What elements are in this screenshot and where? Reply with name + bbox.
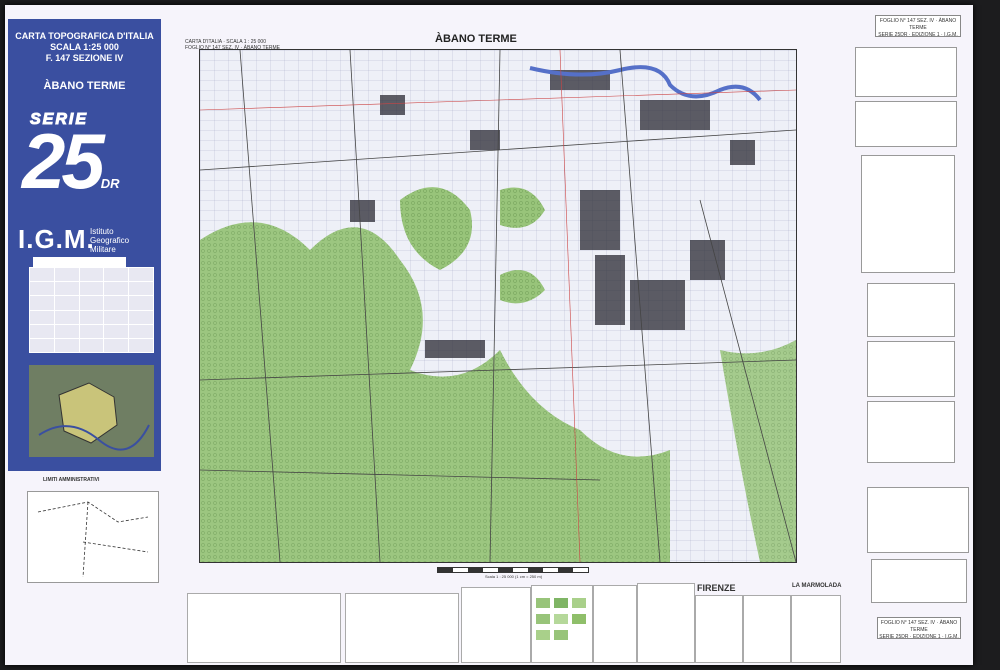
notes-box xyxy=(871,559,967,603)
legend-elevation-2 xyxy=(743,595,791,663)
sheet-index-grid xyxy=(29,267,154,353)
map-artwork xyxy=(200,50,796,562)
cover-line2: SCALA 1:25 000 xyxy=(50,42,119,52)
legend-vegetation xyxy=(531,585,593,663)
igm-name-line2: Geografico xyxy=(90,236,130,245)
conversion-table xyxy=(861,155,955,273)
cover-sheet-name: ÀBANO TERME xyxy=(43,80,126,92)
declination-box xyxy=(867,341,955,397)
scale-bar xyxy=(437,567,589,573)
sheet-label-top-line1: FOGLIO N° 147 SEZ. IV · ÀBANO TERME xyxy=(879,18,957,31)
legend-elevation-3 xyxy=(791,595,841,663)
admin-limits-art xyxy=(37,501,149,578)
legend-elevation-1 xyxy=(695,595,743,663)
cover-line1: CARTA TOPOGRAFICA D'ITALIA xyxy=(15,31,154,41)
sheet-label-top-line2: SERIE 25DR · EDIZIONE 1 · I.G.M. xyxy=(878,32,958,38)
igm-name-line3: Militare xyxy=(90,245,116,254)
igm-name-line1: Istituto xyxy=(90,227,114,236)
legend-orography xyxy=(637,583,695,663)
legend-borders xyxy=(461,587,531,663)
vegetation-swatches xyxy=(536,598,586,640)
legend-symbols xyxy=(345,593,459,663)
serie-number-logo: 25DR xyxy=(22,121,120,224)
cover-line3: F. 147 SEZIONE IV xyxy=(45,53,124,63)
scale-text: Scala 1 : 25 000 (1 cm = 250 m) xyxy=(485,574,543,579)
reference-city: FIRENZE xyxy=(697,583,736,593)
grid-reference-box xyxy=(867,283,955,337)
info-box-2 xyxy=(855,101,957,147)
igm-logo: I.G.M. xyxy=(18,224,95,254)
legend-roads xyxy=(187,593,341,663)
abbreviations-table xyxy=(867,487,969,553)
map-sheet: CARTA TOPOGRAFICA D'ITALIA SCALA 1:25 00… xyxy=(5,5,973,665)
locator-minimap-art xyxy=(29,365,154,457)
cover-title-block: CARTA TOPOGRAFICA D'ITALIA SCALA 1:25 00… xyxy=(8,31,161,64)
serie-number: 25 xyxy=(22,117,105,205)
sheet-label-bottom: FOGLIO N° 147 SEZ. IV · ÀBANO TERME SERI… xyxy=(877,617,961,640)
serie-suffix: DR xyxy=(100,176,120,191)
igm-name: Istituto Geografico Militare xyxy=(90,227,129,254)
magnetic-diagram xyxy=(867,401,955,463)
sheet-label-bottom-line2: SERIE 25DR · EDIZIONE 1 · I.G.M. xyxy=(879,634,959,640)
sheet-label-bottom-line1: FOGLIO N° 147 SEZ. IV · ÀBANO TERME xyxy=(880,620,958,633)
locator-minimap xyxy=(29,365,154,457)
reference-peak: LA MARMOLADA xyxy=(792,583,842,589)
map-title: ÀBANO TERME xyxy=(435,33,517,45)
sheet-label-top: FOGLIO N° 147 SEZ. IV · ÀBANO TERME SERI… xyxy=(875,15,961,38)
admin-limits-title: LIMITI AMMINISTRATIVI xyxy=(43,477,100,483)
legend-hydrography xyxy=(593,585,637,663)
admin-limits-map xyxy=(27,491,159,583)
info-box-1 xyxy=(855,47,957,97)
topographic-map[interactable] xyxy=(199,49,797,563)
